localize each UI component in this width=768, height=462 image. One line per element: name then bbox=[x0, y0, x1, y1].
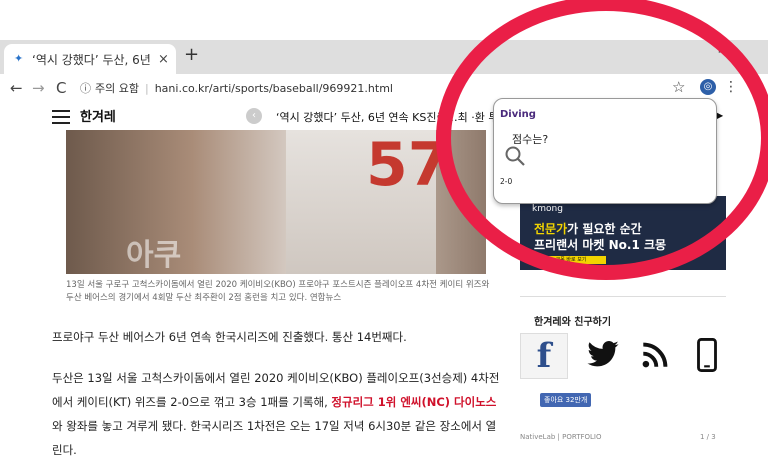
sidebar-ad-banner[interactable]: kmong 전문가가 필요한 순간 프리랜서 마켓 No.1 크몽 크몽 바로 … bbox=[520, 196, 726, 270]
new-tab-button[interactable]: + bbox=[184, 44, 199, 65]
site-logo[interactable]: 한겨레 bbox=[80, 106, 116, 125]
sidebar-footer-label: NativeLab | PORTFOLIO bbox=[520, 433, 602, 441]
photo-background-text: 아쿠 bbox=[126, 238, 182, 273]
extension-icon[interactable]: ◎ bbox=[700, 79, 716, 95]
article-paragraph: 두산은 13일 서울 고척스카이돔에서 열린 2020 케이비오(KBO) 플레… bbox=[52, 366, 502, 462]
article-paragraph: 프로야구 두산 베어스가 6년 연속 한국시리즈에 진출했다. 통산 14번째다… bbox=[52, 330, 407, 344]
window-minimize-button[interactable]: – bbox=[718, 44, 725, 60]
tab-title: ‘역시 강했다’ 두산, 6년 연속 bbox=[32, 52, 154, 67]
prev-headline-button[interactable]: ‹ bbox=[246, 108, 262, 124]
browser-menu-icon[interactable]: ⋮ bbox=[724, 79, 738, 95]
sidebar-pagination: 1 / 3 bbox=[700, 433, 716, 441]
address-bar[interactable]: ⓘ 주의 요함 | hani.co.kr/arti/sports/basebal… bbox=[80, 76, 700, 100]
twitter-icon[interactable] bbox=[580, 333, 626, 377]
address-divider: | bbox=[144, 81, 149, 95]
facebook-icon[interactable]: f bbox=[520, 333, 568, 379]
screen-top-area bbox=[0, 0, 768, 40]
tab-close-icon[interactable]: × bbox=[158, 52, 169, 67]
rss-icon[interactable] bbox=[632, 333, 678, 377]
article-photo: 57 아쿠 bbox=[66, 130, 486, 274]
security-note: 주의 요함 bbox=[95, 82, 139, 95]
photo-jersey-number: 57 bbox=[366, 130, 450, 200]
mobile-app-icon[interactable] bbox=[684, 333, 730, 377]
photo-caption: 13일 서울 구로구 고척스카이돔에서 열린 2020 케이비오(KBO) 프로… bbox=[66, 280, 490, 303]
facebook-like-button[interactable]: 좋아요 32만개 bbox=[540, 393, 592, 407]
bookmark-star-icon[interactable]: ☆ bbox=[672, 78, 685, 96]
reload-button[interactable]: C bbox=[56, 79, 66, 97]
popup-answer: 2-0 bbox=[500, 177, 513, 186]
social-follow-box: 한겨레와 친구하기 f 좋아요 32만개 bbox=[520, 296, 726, 415]
paragraph-text: 와 왕좌를 놓고 겨루게 됐다. 한국시리즈 1차전은 오는 17일 저녁 6시… bbox=[52, 419, 497, 457]
ad-brand: kmong bbox=[532, 204, 563, 214]
popup-title: Diving bbox=[500, 109, 536, 120]
highlight-link[interactable]: 정규리그 1위 엔씨(NC) 다이노스 bbox=[331, 395, 496, 409]
back-button[interactable]: ← bbox=[10, 79, 23, 97]
ad-headline: 전문가가 필요한 순간 bbox=[534, 222, 642, 236]
hamburger-menu-icon[interactable] bbox=[52, 110, 70, 128]
ad-subline: 프리랜서 마켓 No.1 크몽 bbox=[534, 238, 667, 252]
security-warning-icon[interactable]: ⓘ bbox=[80, 80, 91, 96]
search-icon[interactable] bbox=[504, 145, 526, 171]
social-follow-title: 한겨레와 친구하기 bbox=[534, 317, 612, 328]
extension-popup: Diving 점수는? 2-0 bbox=[493, 98, 717, 204]
forward-button[interactable]: → bbox=[32, 79, 45, 97]
ad-cta-button[interactable]: 크몽 바로 보기 bbox=[536, 256, 606, 264]
tab-bar: ✦ ‘역시 강했다’ 두산, 6년 연속 × bbox=[0, 40, 768, 74]
site-favicon-icon: ✦ bbox=[14, 52, 24, 65]
url-text: hani.co.kr/arti/sports/baseball/969921.h… bbox=[154, 81, 393, 95]
headline-ticker[interactable]: ‘역시 강했다’ 두산, 6년 연속 KS진출…최 ·환 투런 ‘쾅 bbox=[276, 109, 506, 125]
browser-tab[interactable]: ✦ ‘역시 강했다’ 두산, 6년 연속 × bbox=[4, 44, 176, 74]
